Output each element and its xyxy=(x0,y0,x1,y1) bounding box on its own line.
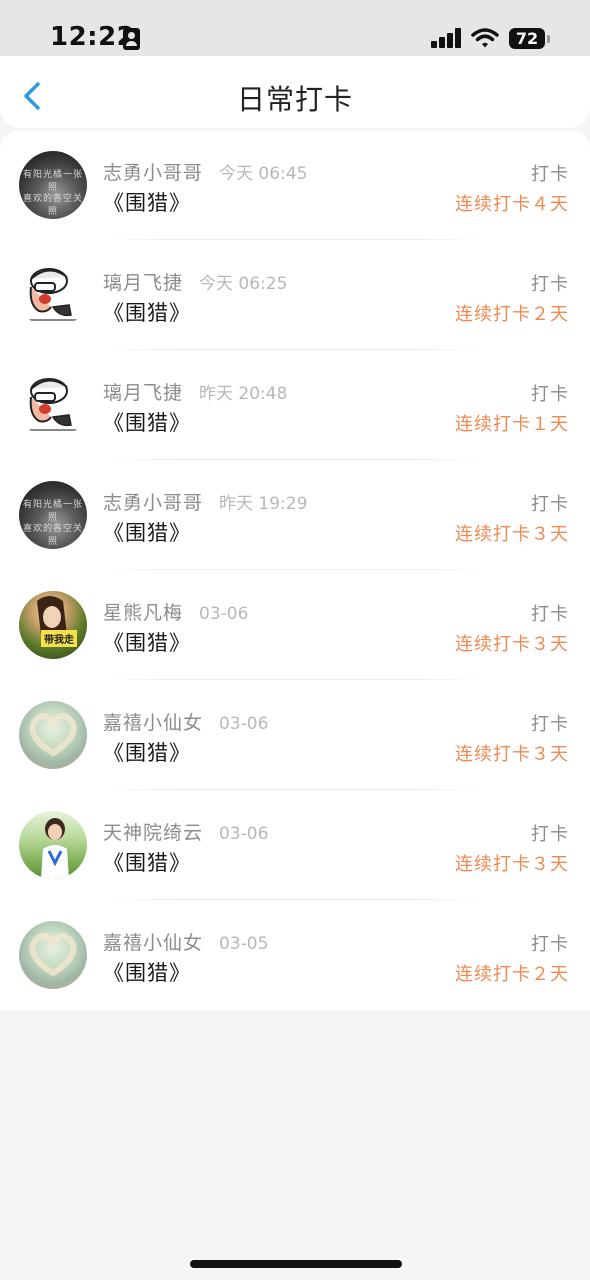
cartoon-avatar-icon xyxy=(25,378,81,431)
book-title: 《围猎》 xyxy=(103,191,191,215)
list-item[interactable]: 嘉禧小仙女 03-05 《围猎》 打卡连续打卡２天 xyxy=(0,900,590,1010)
avatar[interactable]: 有阳光橘一张照 喜欢的各空关照 xyxy=(19,151,87,219)
wifi-icon xyxy=(471,28,499,48)
user-name[interactable]: 璃月飞捷 xyxy=(103,382,183,404)
book-title: 《围猎》 xyxy=(103,851,191,875)
home-indicator[interactable] xyxy=(190,1260,402,1268)
streak-count: 连续打卡３天 xyxy=(455,854,569,875)
checkin-label: 打卡 xyxy=(531,714,569,735)
cartoon-avatar-icon xyxy=(25,268,81,321)
user-name-line: 天神院绮云 03-06 xyxy=(103,818,268,845)
cellular-signal-icon xyxy=(431,28,463,48)
user-name[interactable]: 星熊凡梅 xyxy=(103,602,183,624)
list-item[interactable]: 嘉禧小仙女 03-06 《围猎》 打卡连续打卡３天 xyxy=(0,680,590,790)
heart-avatar-icon xyxy=(29,933,77,977)
user-name[interactable]: 嘉禧小仙女 xyxy=(103,712,203,734)
streak-count: 连续打卡１天 xyxy=(455,414,569,435)
avatar[interactable]: 带我走 xyxy=(19,591,87,659)
nav-bar: 日常打卡 xyxy=(0,56,590,128)
user-name[interactable]: 天神院绮云 xyxy=(103,822,203,844)
list-item[interactable]: 有阳光橘一张照 喜欢的各空关照 志勇小哥哥 今天 06:45 《围猎》 打卡连续打卡４天 xyxy=(0,130,590,240)
checkin-time: 03-06 xyxy=(199,604,249,624)
avatar[interactable] xyxy=(19,701,87,769)
user-name-line: 志勇小哥哥 昨天 19:29 xyxy=(103,488,307,515)
avatar[interactable] xyxy=(19,921,87,989)
checkin-time: 03-05 xyxy=(219,934,269,954)
user-name[interactable]: 志勇小哥哥 xyxy=(103,162,203,184)
streak-count: 连续打卡２天 xyxy=(455,964,569,985)
list-item[interactable]: 有阳光橘一张照 喜欢的各空关照 志勇小哥哥 昨天 19:29 《围猎》 打卡连续打卡３天 xyxy=(0,460,590,570)
woman-avatar-icon xyxy=(37,596,67,639)
streak-count: 连续打卡２天 xyxy=(455,304,569,325)
status-bar: 12:22 72 xyxy=(0,0,590,56)
checkin-time: 03-06 xyxy=(219,714,269,734)
list-item[interactable]: 璃月飞捷 昨天 20:48 《围猎》 打卡连续打卡１天 xyxy=(0,350,590,460)
streak-count: 连续打卡３天 xyxy=(455,744,569,765)
avatar-tag: 带我走 xyxy=(41,630,77,647)
book-title: 《围猎》 xyxy=(103,411,191,435)
streak-count: 连续打卡４天 xyxy=(455,194,569,215)
avatar[interactable] xyxy=(19,811,87,879)
book-title: 《围猎》 xyxy=(103,741,191,765)
streak-count: 连续打卡３天 xyxy=(455,524,569,545)
avatar-caption: 有阳光橘一张照 xyxy=(22,500,83,523)
battery-icon: 72 xyxy=(509,28,550,49)
streak-count: 连续打卡３天 xyxy=(455,634,569,655)
checkin-label: 打卡 xyxy=(531,934,569,955)
list-item[interactable]: 璃月飞捷 今天 06:25 《围猎》 打卡连续打卡２天 xyxy=(0,240,590,350)
avatar[interactable]: 有阳光橘一张照 喜欢的各空关照 xyxy=(19,481,87,549)
book-title: 《围猎》 xyxy=(103,521,191,545)
user-name[interactable]: 璃月飞捷 xyxy=(103,272,183,294)
user-name-line: 志勇小哥哥 今天 06:45 xyxy=(103,158,307,185)
checkin-time: 今天 06:45 xyxy=(219,164,308,184)
avatar-caption: 有阳光橘一张照 xyxy=(22,170,83,193)
user-name-line: 璃月飞捷 今天 06:25 xyxy=(103,268,287,295)
avatar-caption: 喜欢的各空关照 xyxy=(22,194,83,217)
checkin-list: 有阳光橘一张照 喜欢的各空关照 志勇小哥哥 今天 06:45 《围猎》 打卡 连续打卡４天璃… xyxy=(0,130,590,1010)
checkin-label: 打卡 xyxy=(531,494,569,515)
user-name-line: 嘉禧小仙女 03-05 xyxy=(103,928,268,955)
book-title: 《围猎》 xyxy=(103,961,191,985)
checkin-label: 打卡 xyxy=(531,604,569,625)
user-name-line: 星熊凡梅 03-06 xyxy=(103,598,248,625)
id-card-icon xyxy=(123,28,140,50)
heart-avatar-icon xyxy=(29,713,77,757)
checkin-time: 昨天 19:29 xyxy=(219,494,308,514)
user-name-line: 嘉禧小仙女 03-06 xyxy=(103,708,268,735)
list-item[interactable]: 天神院绮云 03-06 《围猎》 打卡连续打卡３天 xyxy=(0,790,590,900)
avatar-caption: 喜欢的各空关照 xyxy=(22,524,83,547)
avatar[interactable] xyxy=(19,261,87,329)
checkin-time: 昨天 20:48 xyxy=(199,384,288,404)
checkin-label: 打卡 xyxy=(531,164,569,185)
page-title: 日常打卡 xyxy=(236,83,353,116)
list-item[interactable]: 带我走 星熊凡梅 03-06 《围猎》 打卡连续打卡３天 xyxy=(0,570,590,680)
girl-avatar-icon xyxy=(41,818,69,879)
book-title: 《围猎》 xyxy=(103,301,191,325)
avatar[interactable] xyxy=(19,371,87,439)
user-name[interactable]: 嘉禧小仙女 xyxy=(103,932,203,954)
user-name[interactable]: 志勇小哥哥 xyxy=(103,492,203,514)
user-name-line: 璃月飞捷 昨天 20:48 xyxy=(103,378,287,405)
book-title: 《围猎》 xyxy=(103,631,191,655)
checkin-label: 打卡 xyxy=(531,384,569,405)
checkin-time: 今天 06:25 xyxy=(199,274,288,294)
checkin-time: 03-06 xyxy=(219,824,269,844)
checkin-label: 打卡 xyxy=(531,274,569,295)
checkin-label: 打卡 xyxy=(531,824,569,845)
